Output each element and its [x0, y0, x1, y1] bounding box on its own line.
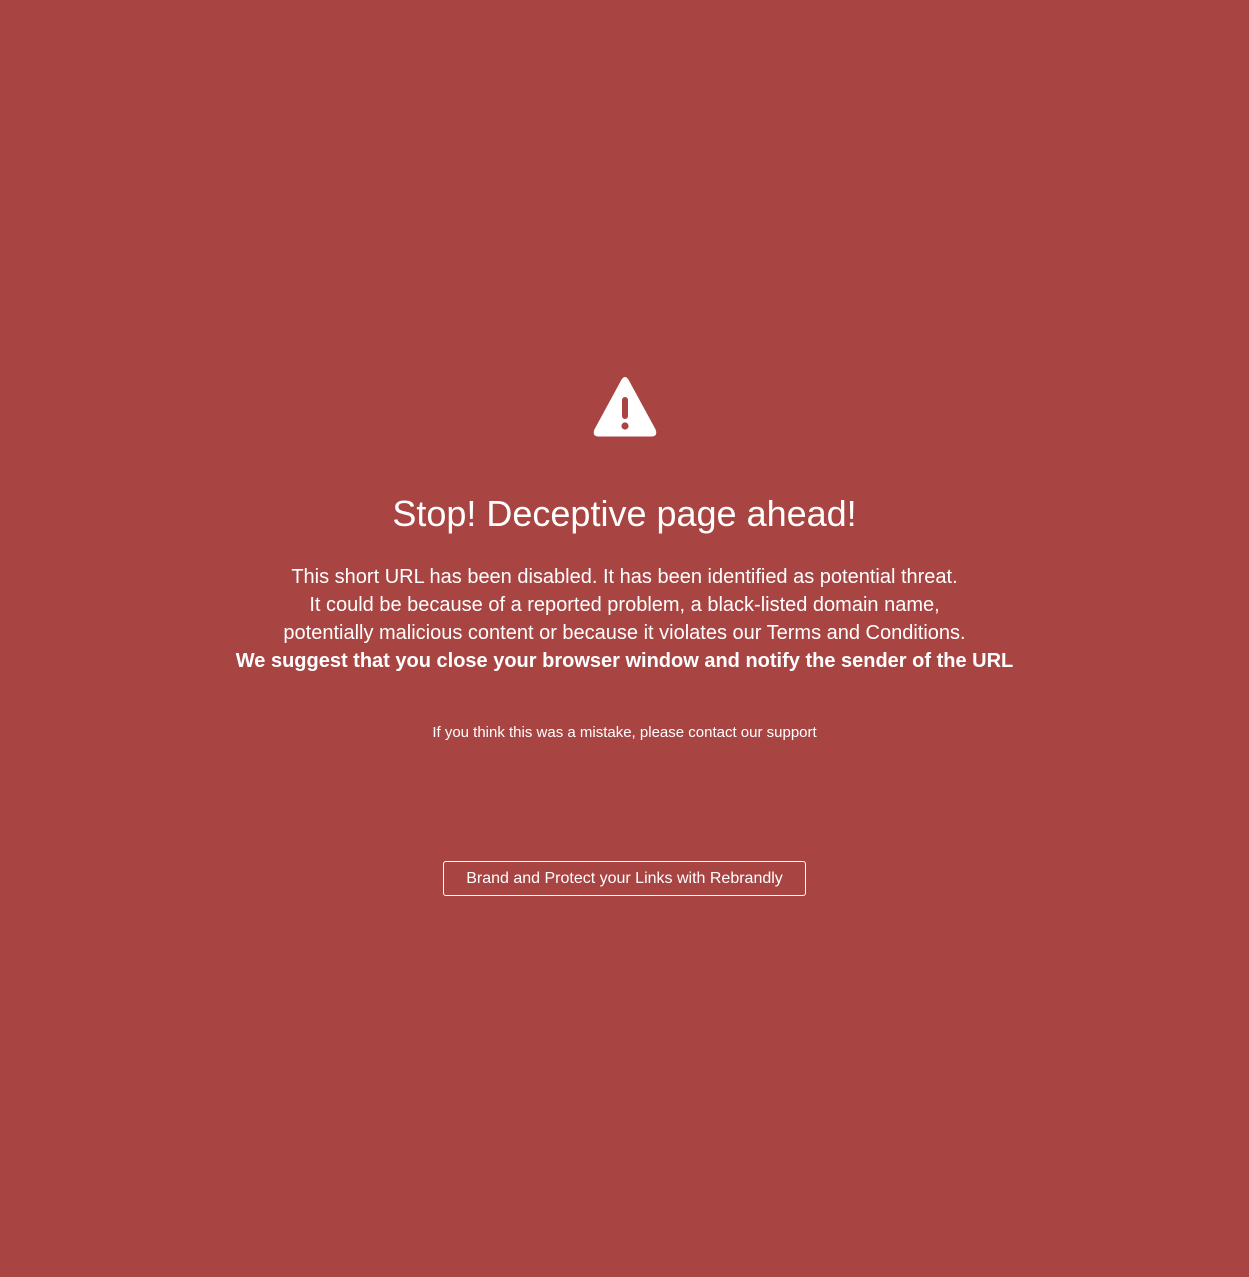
suggestion-text: We suggest that you close your browser w… — [235, 650, 1014, 672]
page-title: Stop! Deceptive page ahead! — [392, 493, 857, 534]
warning-message: This short URL has been disabled. It has… — [0, 563, 1249, 675]
rebrandly-cta-button[interactable]: Brand and Protect your Links with Rebran… — [443, 861, 806, 896]
warning-page: Stop! Deceptive page ahead! This short U… — [0, 0, 1249, 1277]
warning-triangle-icon — [593, 376, 657, 437]
message-line-2: It could be because of a reported proble… — [309, 594, 940, 616]
support-text: If you think this was a mistake, please … — [432, 724, 817, 741]
message-line-1: This short URL has been disabled. It has… — [291, 566, 958, 588]
message-line-3: potentially malicious content or because… — [283, 622, 966, 644]
